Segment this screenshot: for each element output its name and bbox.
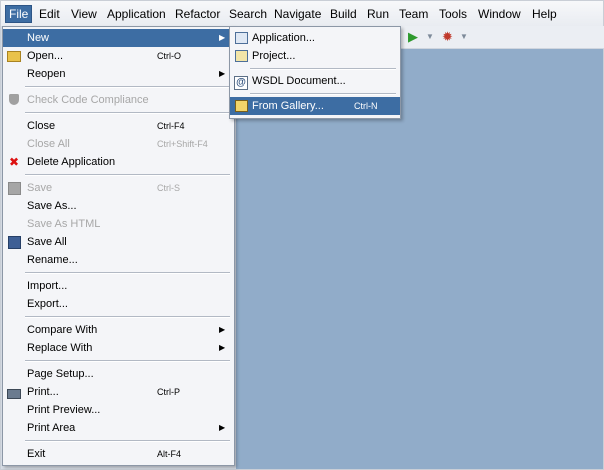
menu-item-save-as-html[interactable]: Save As HTML xyxy=(3,215,234,233)
menu-item-print[interactable]: Print... Ctrl-P xyxy=(3,383,234,401)
menu-item-open[interactable]: Open... Ctrl-O xyxy=(3,47,234,65)
menu-build[interactable]: Build xyxy=(327,6,360,22)
submenu-item-application[interactable]: Application... xyxy=(230,29,400,47)
menu-item-save[interactable]: Save Ctrl-S xyxy=(3,179,234,197)
menu-item-page-setup[interactable]: Page Setup... xyxy=(3,365,234,383)
submenu-item-project[interactable]: Project... xyxy=(230,47,400,65)
save-all-icon xyxy=(7,235,21,249)
menu-separator xyxy=(25,112,230,114)
menu-item-reopen[interactable]: Reopen ▶ xyxy=(3,65,234,83)
bug-icon[interactable]: ✹ xyxy=(442,29,453,45)
shield-icon xyxy=(7,93,21,107)
submenu-arrow-icon: ▶ xyxy=(219,423,226,432)
menu-item-export[interactable]: Export... xyxy=(3,295,234,313)
menu-item-import[interactable]: Import... xyxy=(3,277,234,295)
menu-separator xyxy=(25,440,230,442)
menu-team[interactable]: Team xyxy=(396,6,431,22)
folder-icon xyxy=(7,49,21,63)
menu-separator xyxy=(25,272,230,274)
menu-separator xyxy=(25,86,230,88)
menu-help[interactable]: Help xyxy=(529,6,560,22)
menu-view[interactable]: View xyxy=(68,6,100,22)
menu-item-rename[interactable]: Rename... xyxy=(3,251,234,269)
delete-x-icon: ✖ xyxy=(8,155,20,169)
submenu-item-wsdl-document[interactable]: @ WSDL Document... xyxy=(230,72,400,90)
menu-search[interactable]: Search xyxy=(226,6,270,22)
submenu-arrow-icon: ▶ xyxy=(219,343,226,352)
menu-file[interactable]: File xyxy=(5,5,33,23)
menu-separator xyxy=(250,68,396,70)
save-disk-icon xyxy=(7,181,21,195)
submenu-arrow-icon: ▶ xyxy=(219,325,226,334)
menu-item-print-preview[interactable]: Print Preview... xyxy=(3,401,234,419)
play-icon[interactable]: ▶ xyxy=(408,29,418,45)
menu-item-check-code-compliance[interactable]: Check Code Compliance xyxy=(3,91,234,109)
menu-window[interactable]: Window xyxy=(475,6,524,22)
menu-item-close-all[interactable]: Close All Ctrl+Shift-F4 xyxy=(3,135,234,153)
menu-item-save-all[interactable]: Save All xyxy=(3,233,234,251)
menu-item-compare-with[interactable]: Compare With ▶ xyxy=(3,321,234,339)
submenu-item-from-gallery[interactable]: From Gallery... Ctrl-N xyxy=(230,97,400,115)
menu-application[interactable]: Application xyxy=(104,6,169,22)
submenu-arrow-icon: ▶ xyxy=(219,69,226,78)
file-menu: New ▶ Open... Ctrl-O Reopen ▶ Check Code Co… xyxy=(2,26,235,466)
menu-navigate[interactable]: Navigate xyxy=(271,6,324,22)
menu-separator xyxy=(25,360,230,362)
wsdl-at-icon: @ xyxy=(234,74,248,90)
menu-separator xyxy=(25,174,230,176)
menu-item-delete-application[interactable]: ✖ Delete Application xyxy=(3,153,234,171)
printer-icon xyxy=(7,385,21,399)
chevron-down-icon[interactable]: ▼ xyxy=(426,29,434,45)
menu-refactor[interactable]: Refactor xyxy=(172,6,223,22)
menu-item-print-area[interactable]: Print Area ▶ xyxy=(3,419,234,437)
chevron-down-icon[interactable]: ▼ xyxy=(460,29,468,45)
menu-edit[interactable]: Edit xyxy=(36,6,63,22)
new-submenu: Application... Project... @ WSDL Documen… xyxy=(229,26,401,119)
application-icon xyxy=(234,31,248,45)
menu-item-save-as[interactable]: Save As... xyxy=(3,197,234,215)
menu-item-exit[interactable]: Exit Alt-F4 xyxy=(3,445,234,463)
menu-separator xyxy=(25,316,230,318)
menu-tools[interactable]: Tools xyxy=(436,6,470,22)
menu-item-new[interactable]: New ▶ xyxy=(3,29,234,47)
menu-run[interactable]: Run xyxy=(364,6,392,22)
menu-separator xyxy=(250,93,396,95)
gallery-icon xyxy=(234,99,248,113)
menu-item-replace-with[interactable]: Replace With ▶ xyxy=(3,339,234,357)
project-icon xyxy=(234,49,248,63)
menu-item-close[interactable]: Close Ctrl-F4 xyxy=(3,117,234,135)
submenu-arrow-icon: ▶ xyxy=(219,33,226,42)
menu-bar: File Edit View Application Refactor Sear… xyxy=(1,1,603,27)
